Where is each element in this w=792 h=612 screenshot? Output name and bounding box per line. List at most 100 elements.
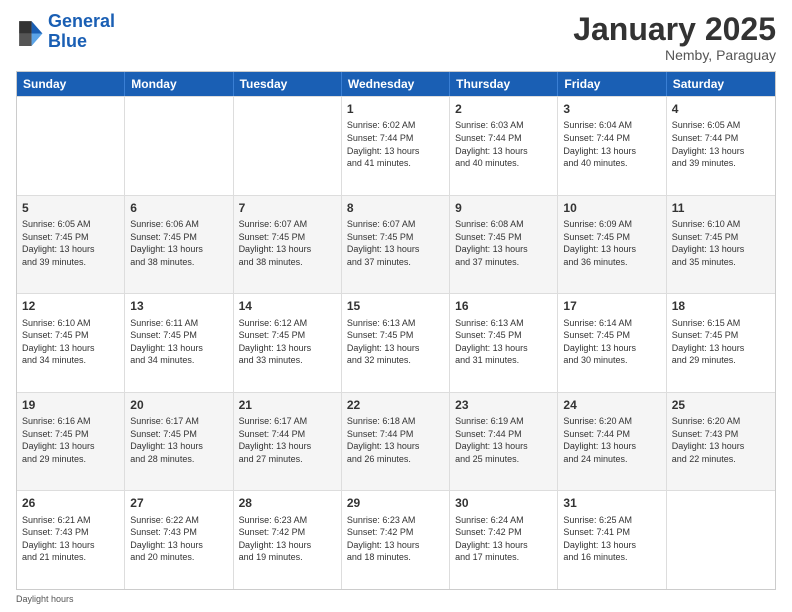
day-number: 2: [455, 101, 552, 117]
day-number: 12: [22, 298, 119, 314]
cell-info: Sunrise: 6:11 AM Sunset: 7:45 PM Dayligh…: [130, 317, 227, 367]
calendar-cell: 9Sunrise: 6:08 AM Sunset: 7:45 PM Daylig…: [450, 196, 558, 294]
calendar-cell: 8 Sunrise: 6:07 AM Sunset: 7:45 PM Daylig…: [342, 196, 450, 294]
day-number: 8: [347, 200, 444, 216]
calendar-cell: [667, 491, 775, 589]
cell-info: Sunrise: 6:22 AM Sunset: 7:43 PM Dayligh…: [130, 514, 227, 564]
day-number: 31: [563, 495, 660, 511]
cell-info: Sunrise: 6:08 AM Sunset: 7:45 PM Dayligh…: [455, 218, 552, 268]
day-number: 1: [347, 101, 444, 117]
calendar-cell: 3 Sunrise: 6:04 AM Sunset: 7:44 PM Daylig…: [558, 97, 666, 195]
cell-info: Sunrise: 6:23 AM Sunset: 7:42 PM Dayligh…: [347, 514, 444, 564]
cell-info: Sunrise: 6:13 AM Sunset: 7:45 PM Dayligh…: [455, 317, 552, 367]
header-day-wednesday: Wednesday: [342, 72, 450, 96]
day-number: 15: [347, 298, 444, 314]
cell-info: Sunrise: 6:05 AM Sunset: 7:45 PM Dayligh…: [22, 218, 119, 268]
day-number: 17: [563, 298, 660, 314]
day-number: 16: [455, 298, 552, 314]
day-number: 20: [130, 397, 227, 413]
cell-info: Sunrise: 6:25 AM Sunset: 7:41 PM Dayligh…: [563, 514, 660, 564]
cell-info: Sunrise: 6:13 AM Sunset: 7:45 PM Dayligh…: [347, 317, 444, 367]
calendar-cell: 20 Sunrise: 6:17 AM Sunset: 7:45 PM Dayli…: [125, 393, 233, 491]
cell-info: Sunrise: 6:10 AM Sunset: 7:45 PM Dayligh…: [672, 218, 770, 268]
day-number: 13: [130, 298, 227, 314]
calendar-cell: 28 Sunrise: 6:23 AM Sunset: 7:42 PM Dayli…: [234, 491, 342, 589]
cell-info: Sunrise: 6:17 AM Sunset: 7:45 PM Dayligh…: [130, 415, 227, 465]
calendar-row-5: 26Sunrise: 6:21 AM Sunset: 7:43 PM Dayli…: [17, 490, 775, 589]
calendar-cell: 13 Sunrise: 6:11 AM Sunset: 7:45 PM Dayli…: [125, 294, 233, 392]
cell-info: Sunrise: 6:14 AM Sunset: 7:45 PM Dayligh…: [563, 317, 660, 367]
calendar-cell: 30 Sunrise: 6:24 AM Sunset: 7:42 PM Dayli…: [450, 491, 558, 589]
day-number: 7: [239, 200, 336, 216]
day-number: 30: [455, 495, 552, 511]
cell-info: Sunrise: 6:20 AM Sunset: 7:43 PM Dayligh…: [672, 415, 770, 465]
header-day-monday: Monday: [125, 72, 233, 96]
logo-text: General Blue: [48, 12, 115, 52]
calendar-cell: 31 Sunrise: 6:25 AM Sunset: 7:41 PM Dayli…: [558, 491, 666, 589]
calendar-cell: 18Sunrise: 6:15 AM Sunset: 7:45 PM Dayli…: [667, 294, 775, 392]
calendar-cell: 6 Sunrise: 6:06 AM Sunset: 7:45 PM Daylig…: [125, 196, 233, 294]
cell-info: Sunrise: 6:10 AM Sunset: 7:45 PM Dayligh…: [22, 317, 119, 367]
calendar-cell: [234, 97, 342, 195]
day-number: 29: [347, 495, 444, 511]
cell-info: Sunrise: 6:07 AM Sunset: 7:45 PM Dayligh…: [347, 218, 444, 268]
day-number: 22: [347, 397, 444, 413]
calendar-row-2: 5 Sunrise: 6:05 AM Sunset: 7:45 PM Daylig…: [17, 195, 775, 294]
header: General Blue January 2025 Nemby, Paragua…: [16, 12, 776, 63]
calendar-cell: 15 Sunrise: 6:13 AM Sunset: 7:45 PM Dayli…: [342, 294, 450, 392]
logo: General Blue: [16, 12, 115, 52]
cell-info: Sunrise: 6:15 AM Sunset: 7:45 PM Dayligh…: [672, 317, 770, 367]
calendar-cell: 22Sunrise: 6:18 AM Sunset: 7:44 PM Dayli…: [342, 393, 450, 491]
calendar-cell: 1 Sunrise: 6:02 AM Sunset: 7:44 PM Daylig…: [342, 97, 450, 195]
calendar-cell: 17 Sunrise: 6:14 AM Sunset: 7:45 PM Dayli…: [558, 294, 666, 392]
day-number: 19: [22, 397, 119, 413]
calendar-cell: 24Sunrise: 6:20 AM Sunset: 7:44 PM Dayli…: [558, 393, 666, 491]
cell-info: Sunrise: 6:23 AM Sunset: 7:42 PM Dayligh…: [239, 514, 336, 564]
day-number: 3: [563, 101, 660, 117]
calendar-cell: 12 Sunrise: 6:10 AM Sunset: 7:45 PM Dayli…: [17, 294, 125, 392]
cell-info: Sunrise: 6:02 AM Sunset: 7:44 PM Dayligh…: [347, 119, 444, 169]
day-number: 10: [563, 200, 660, 216]
day-number: 28: [239, 495, 336, 511]
calendar-cell: 29 Sunrise: 6:23 AM Sunset: 7:42 PM Dayli…: [342, 491, 450, 589]
calendar-cell: 25Sunrise: 6:20 AM Sunset: 7:43 PM Dayli…: [667, 393, 775, 491]
day-number: 27: [130, 495, 227, 511]
calendar-cell: 5 Sunrise: 6:05 AM Sunset: 7:45 PM Daylig…: [17, 196, 125, 294]
logo-icon: [16, 18, 44, 46]
cell-info: Sunrise: 6:24 AM Sunset: 7:42 PM Dayligh…: [455, 514, 552, 564]
header-day-friday: Friday: [558, 72, 666, 96]
day-number: 5: [22, 200, 119, 216]
day-number: 24: [563, 397, 660, 413]
day-number: 21: [239, 397, 336, 413]
location: Nemby, Paraguay: [573, 47, 776, 63]
logo-blue: Blue: [48, 31, 87, 51]
page: General Blue January 2025 Nemby, Paragua…: [0, 0, 792, 612]
calendar-cell: 7Sunrise: 6:07 AM Sunset: 7:45 PM Daylig…: [234, 196, 342, 294]
header-day-sunday: Sunday: [17, 72, 125, 96]
calendar-header: SundayMondayTuesdayWednesdayThursdayFrid…: [17, 72, 775, 96]
calendar-cell: 11Sunrise: 6:10 AM Sunset: 7:45 PM Dayli…: [667, 196, 775, 294]
cell-info: Sunrise: 6:09 AM Sunset: 7:45 PM Dayligh…: [563, 218, 660, 268]
calendar-cell: 2Sunrise: 6:03 AM Sunset: 7:44 PM Daylig…: [450, 97, 558, 195]
calendar-cell: 27 Sunrise: 6:22 AM Sunset: 7:43 PM Dayli…: [125, 491, 233, 589]
logo-general: General: [48, 11, 115, 31]
day-number: 14: [239, 298, 336, 314]
cell-info: Sunrise: 6:06 AM Sunset: 7:45 PM Dayligh…: [130, 218, 227, 268]
calendar-row-4: 19Sunrise: 6:16 AM Sunset: 7:45 PM Dayli…: [17, 392, 775, 491]
day-number: 26: [22, 495, 119, 511]
calendar-cell: 4Sunrise: 6:05 AM Sunset: 7:44 PM Daylig…: [667, 97, 775, 195]
calendar-cell: 26Sunrise: 6:21 AM Sunset: 7:43 PM Dayli…: [17, 491, 125, 589]
calendar-row-3: 12 Sunrise: 6:10 AM Sunset: 7:45 PM Dayli…: [17, 293, 775, 392]
calendar-cell: 14 Sunrise: 6:12 AM Sunset: 7:45 PM Dayli…: [234, 294, 342, 392]
cell-info: Sunrise: 6:12 AM Sunset: 7:45 PM Dayligh…: [239, 317, 336, 367]
calendar-row-1: 1 Sunrise: 6:02 AM Sunset: 7:44 PM Daylig…: [17, 96, 775, 195]
day-number: 6: [130, 200, 227, 216]
cell-info: Sunrise: 6:04 AM Sunset: 7:44 PM Dayligh…: [563, 119, 660, 169]
calendar-cell: 21 Sunrise: 6:17 AM Sunset: 7:44 PM Dayli…: [234, 393, 342, 491]
cell-info: Sunrise: 6:05 AM Sunset: 7:44 PM Dayligh…: [672, 119, 770, 169]
cell-info: Sunrise: 6:19 AM Sunset: 7:44 PM Dayligh…: [455, 415, 552, 465]
cell-info: Sunrise: 6:17 AM Sunset: 7:44 PM Dayligh…: [239, 415, 336, 465]
calendar-cell: 23 Sunrise: 6:19 AM Sunset: 7:44 PM Dayli…: [450, 393, 558, 491]
day-number: 23: [455, 397, 552, 413]
month-title: January 2025: [573, 12, 776, 47]
